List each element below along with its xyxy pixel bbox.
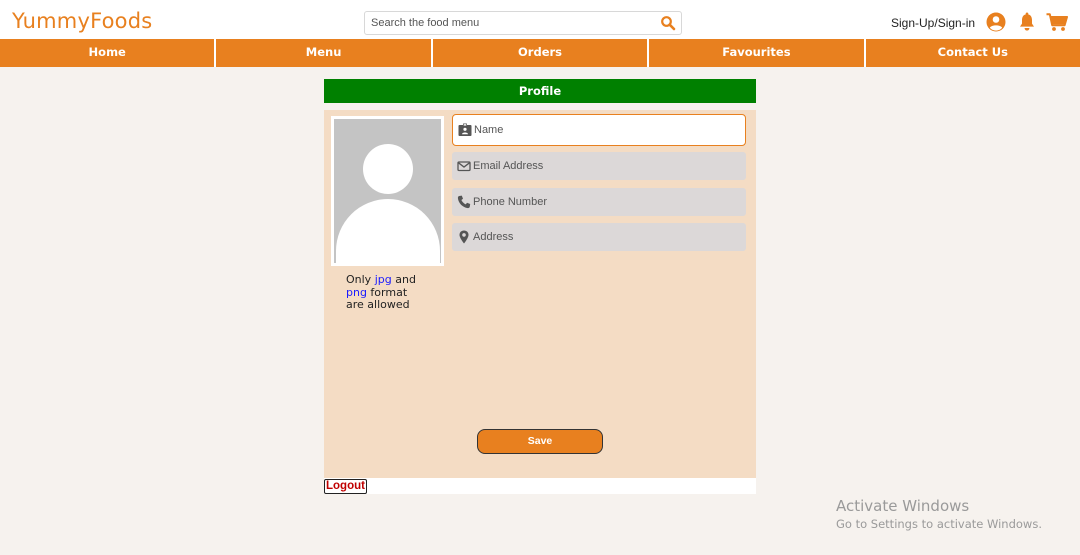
main-nav: Home Menu Orders Favourites Contact Us	[0, 39, 1080, 67]
address-field	[452, 223, 746, 251]
nav-favourites[interactable]: Favourites	[649, 39, 866, 67]
user-circle-icon[interactable]	[986, 12, 1006, 32]
name-input[interactable]	[474, 121, 734, 139]
nav-menu[interactable]: Menu	[216, 39, 433, 67]
profile-title: Profile	[324, 79, 756, 103]
email-input[interactable]	[473, 157, 733, 175]
address-input[interactable]	[473, 228, 733, 246]
phone-field	[452, 188, 746, 216]
phone-input[interactable]	[473, 193, 733, 211]
avatar-placeholder-icon	[334, 119, 441, 263]
map-marker-icon	[459, 230, 469, 244]
search-icon[interactable]	[660, 15, 676, 31]
profile-panel: Only jpg and png format are allowed Name…	[324, 110, 756, 478]
nav-orders[interactable]: Orders	[433, 39, 650, 67]
top-strip	[0, 0, 1080, 8]
name-field	[452, 114, 746, 146]
logo[interactable]: YummyFoods	[12, 9, 152, 33]
envelope-icon	[457, 161, 471, 172]
watermark-subtitle: Go to Settings to activate Windows.	[836, 517, 1042, 531]
search-box	[364, 11, 682, 35]
format-note: Only jpg and png format are allowed	[346, 273, 416, 311]
phone-icon	[457, 195, 471, 209]
cart-icon[interactable]	[1046, 12, 1068, 32]
nav-contact-us[interactable]: Contact Us	[866, 39, 1080, 67]
avatar-upload[interactable]	[331, 116, 444, 266]
search-input[interactable]	[371, 14, 651, 32]
logout-bar: Logout	[324, 478, 756, 494]
bell-icon[interactable]	[1017, 12, 1037, 32]
activate-windows-watermark: Activate Windows Go to Settings to activ…	[836, 497, 1042, 531]
id-card-icon	[458, 123, 472, 136]
email-field	[452, 152, 746, 180]
watermark-title: Activate Windows	[836, 497, 970, 515]
logout-button[interactable]: Logout	[324, 479, 367, 494]
signin-link[interactable]: Sign-Up/Sign-in	[891, 16, 975, 30]
nav-home[interactable]: Home	[0, 39, 217, 67]
header: YummyFoods Sign-Up/Sign-in	[0, 8, 1080, 39]
save-button[interactable]: Save	[477, 429, 603, 454]
